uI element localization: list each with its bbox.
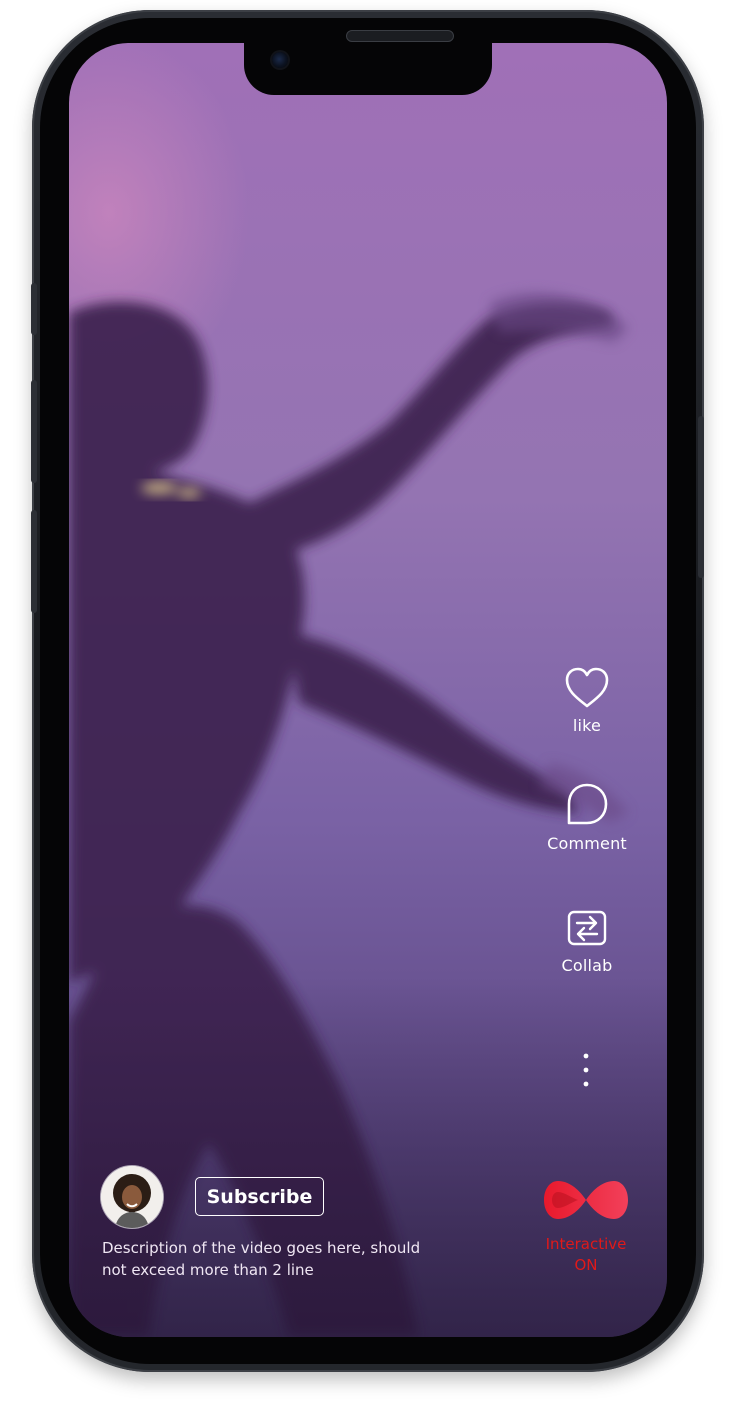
video-description: Description of the video goes here, shou… (102, 1239, 421, 1279)
volume-down-button (31, 510, 37, 613)
avatar-portrait (101, 1166, 163, 1228)
more-vertical-icon (581, 1052, 591, 1088)
comment-bubble-icon (565, 782, 609, 828)
interactive-toggle[interactable]: Interactive ON (538, 1178, 634, 1276)
interactive-status-label: Interactive ON (546, 1234, 627, 1276)
heart-icon (563, 666, 611, 710)
notch (244, 43, 492, 95)
power-button (698, 416, 704, 578)
bottom-gradient (69, 977, 667, 1337)
collab-action[interactable]: Collab (553, 906, 621, 975)
mute-switch (31, 283, 37, 335)
creator-avatar[interactable] (101, 1166, 163, 1228)
comment-label: Comment (547, 834, 627, 853)
speaker-grille (346, 30, 454, 42)
collab-label: Collab (561, 956, 613, 975)
more-options-button[interactable] (576, 1052, 596, 1088)
comment-action[interactable]: Comment (547, 782, 627, 853)
like-action[interactable]: like (555, 666, 619, 735)
swap-arrows-icon (566, 906, 608, 950)
volume-up-button (31, 380, 37, 483)
infinity-icon (542, 1178, 630, 1222)
subscribe-button[interactable]: Subscribe (195, 1177, 324, 1216)
like-label: like (572, 716, 602, 735)
interactive-line1: Interactive (545, 1235, 627, 1253)
front-camera (272, 52, 288, 68)
interactive-line2: ON (574, 1256, 598, 1274)
